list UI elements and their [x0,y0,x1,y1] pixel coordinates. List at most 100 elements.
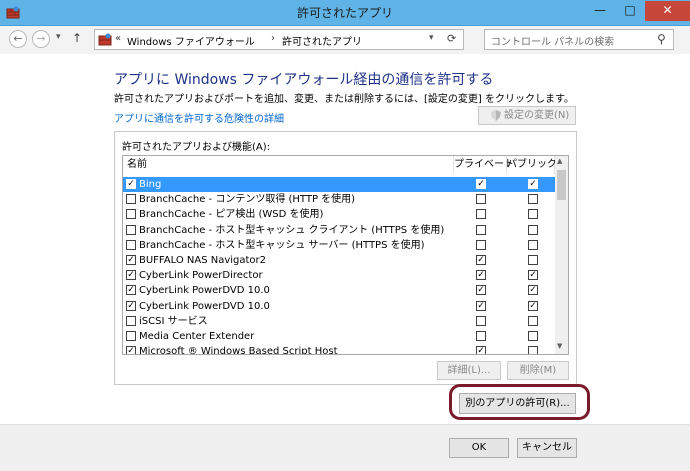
page-heading: アプリに Windows ファイアウォール経由の通信を許可する [114,72,494,88]
app-name: Media Center Extender [139,331,255,342]
enabled-checkbox[interactable]: ✓ [126,255,136,265]
list-item[interactable]: Media Center Extender [123,329,555,344]
app-name: CyberLink PowerDVD 10.0 [139,285,270,297]
public-checkbox[interactable]: ✓ [528,270,538,281]
app-name: iSCSI サービス [139,315,208,327]
breadcrumb-allowed-apps[interactable]: 許可されたアプリ [282,33,362,48]
address-row: ← → ▾ ↑ « Windows ファイアウォール › 許可されたアプリ ▾ … [0,26,690,54]
app-name: BranchCache - ホスト型キャッシュ クライアント (HTTPS を使… [139,224,445,236]
details-button[interactable]: 詳細(L)... [437,361,501,380]
private-checkbox[interactable]: ✓ [476,179,486,189]
column-header-private[interactable]: プライベート [454,156,514,174]
enabled-checkbox[interactable] [126,331,136,341]
private-checkbox[interactable]: ✓ [476,285,486,296]
maximize-button[interactable]: □ [615,1,645,21]
change-settings-label: 設定の変更(N) [504,110,570,121]
public-checkbox[interactable] [528,194,538,205]
enabled-checkbox[interactable] [126,239,136,250]
search-input[interactable]: コントロール パネルの検索 ⚲ [484,29,674,50]
enabled-checkbox[interactable]: ✓ [126,179,136,189]
private-checkbox[interactable]: ✓ [476,300,486,311]
list-item[interactable]: ✓ CyberLink PowerDVD 10.0 ✓ ✓ [123,299,555,314]
private-checkbox[interactable] [476,224,486,235]
private-checkbox[interactable] [476,331,486,341]
private-checkbox[interactable]: ✓ [476,255,486,265]
private-checkbox[interactable]: ✓ [476,346,486,354]
breadcrumb-separator[interactable]: › [271,33,275,44]
shield-icon [491,110,501,121]
ok-button[interactable]: OK [449,438,509,458]
app-name: BranchCache - ホスト型キャッシュ サーバー (HTTPS を使用) [139,239,425,251]
list-item[interactable]: BranchCache - ホスト型キャッシュ サーバー (HTTPS を使用) [123,238,555,253]
risk-info-link[interactable]: アプリに通信を許可する危険性の詳細 [114,110,284,125]
public-checkbox[interactable] [528,346,538,354]
column-header-name[interactable]: 名前 [123,156,454,174]
app-name: BranchCache - コンテンツ取得 (HTTP を使用) [139,194,356,206]
cancel-button[interactable]: キャンセル [517,438,577,458]
list-item[interactable]: ✓ Bing ✓ ✓ [123,177,555,192]
private-checkbox[interactable] [476,194,486,205]
enabled-checkbox[interactable] [126,209,136,220]
breadcrumb-overflow[interactable]: « [115,33,121,44]
private-checkbox[interactable]: ✓ [476,270,486,281]
public-checkbox[interactable] [528,209,538,220]
public-checkbox[interactable]: ✓ [528,285,538,296]
app-name: BranchCache - ピア検出 (WSD を使用) [139,209,324,221]
list-item[interactable]: BranchCache - ホスト型キャッシュ クライアント (HTTPS を使… [123,223,555,238]
app-name: CyberLink PowerDVD 10.0 [139,300,270,312]
enabled-checkbox[interactable] [126,315,136,326]
address-dropdown-icon[interactable]: ▾ [429,33,434,43]
enabled-checkbox[interactable]: ✓ [126,285,136,296]
allow-another-app-button[interactable]: 別のアプリの許可(R)... [459,393,576,414]
scrollbar-thumb[interactable] [557,170,566,200]
private-checkbox[interactable] [476,239,486,250]
column-header-public[interactable]: パブリック [507,156,557,174]
public-checkbox[interactable] [528,239,538,250]
list-item[interactable]: BranchCache - ピア検出 (WSD を使用) [123,207,555,222]
list-item[interactable]: ✓ CyberLink PowerDVD 10.0 ✓ ✓ [123,283,555,298]
change-settings-button[interactable]: 設定の変更(N) [478,106,576,125]
vertical-scrollbar[interactable]: ▲ ▼ [555,156,568,354]
forward-icon[interactable]: → [32,30,50,48]
allowed-apps-list[interactable]: 名前 プライベート パブリック ✓ Bing ✓ ✓ BranchCache - コンテ… [122,155,569,355]
recent-dropdown-icon[interactable]: ▾ [56,32,61,42]
public-checkbox[interactable] [528,255,538,265]
remove-button[interactable]: 削除(M) [507,361,569,380]
search-placeholder: コントロール パネルの検索 [491,37,615,48]
public-checkbox[interactable] [528,315,538,326]
up-icon[interactable]: ↑ [72,31,82,45]
firewall-icon [98,33,112,46]
public-checkbox[interactable] [528,331,538,341]
private-checkbox[interactable] [476,209,486,220]
refresh-icon[interactable]: ⟳ [447,32,456,45]
enabled-checkbox[interactable] [126,224,136,235]
enabled-checkbox[interactable] [126,194,136,205]
allowed-apps-label: 許可されたアプリおよび機能(A): [122,142,271,153]
scroll-up-icon[interactable]: ▲ [557,157,562,165]
minimize-button[interactable]: — [585,1,615,21]
list-item[interactable]: iSCSI サービス [123,314,555,329]
address-bar[interactable]: « Windows ファイアウォール › 許可されたアプリ ▾ ⟳ [94,29,464,50]
page-description: 許可されたアプリおよびポートを追加、変更、または削除するには、[設定の変更] を… [114,94,574,105]
enabled-checkbox[interactable]: ✓ [126,346,136,354]
public-checkbox[interactable] [528,224,538,235]
public-checkbox[interactable]: ✓ [528,300,538,311]
enabled-checkbox[interactable]: ✓ [126,300,136,311]
public-checkbox[interactable]: ✓ [528,179,538,189]
app-name: Microsoft ® Windows Based Script Host [139,346,338,355]
back-icon[interactable]: ← [9,30,27,48]
list-item[interactable]: ✓ Microsoft ® Windows Based Script Host ✓ [123,344,555,355]
app-name: Bing [139,179,162,190]
breadcrumb-firewall[interactable]: Windows ファイアウォール [127,33,255,48]
private-checkbox[interactable] [476,315,486,326]
close-button[interactable]: ✕ [645,1,690,21]
search-icon[interactable]: ⚲ [657,32,666,46]
scroll-down-icon[interactable]: ▼ [557,342,562,350]
app-name: CyberLink PowerDirector [139,270,263,282]
list-item[interactable]: ✓ CyberLink PowerDirector ✓ ✓ [123,268,555,283]
dialog-footer: OK キャンセル [0,424,690,471]
list-item[interactable]: BranchCache - コンテンツ取得 (HTTP を使用) [123,192,555,207]
app-name: BUFFALO NAS Navigator2 [139,255,267,266]
list-item[interactable]: ✓ BUFFALO NAS Navigator2 ✓ [123,253,555,268]
enabled-checkbox[interactable]: ✓ [126,270,136,281]
